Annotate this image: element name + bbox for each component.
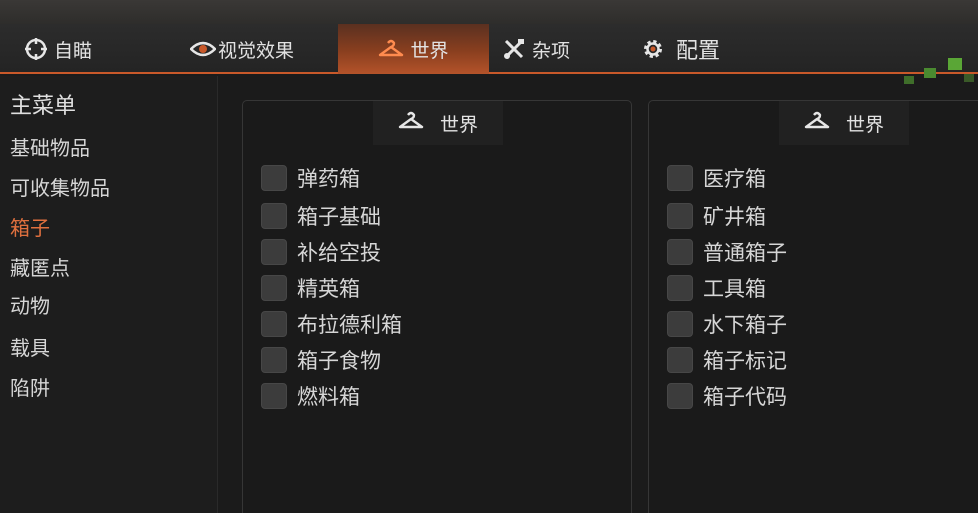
sidebar-item-animals[interactable]: 动物 bbox=[10, 290, 50, 319]
option-ammo-crate[interactable]: 弹药箱 bbox=[261, 163, 360, 193]
crosshair-icon bbox=[24, 37, 48, 61]
checkbox[interactable] bbox=[261, 347, 287, 373]
option-label: 箱子食物 bbox=[297, 349, 381, 373]
checkbox[interactable] bbox=[261, 275, 287, 301]
checkbox[interactable] bbox=[667, 383, 693, 409]
panel-title-label: 世界 bbox=[439, 113, 478, 136]
tab-label: 自瞄 bbox=[54, 39, 93, 62]
tab-aim[interactable]: 自瞄 bbox=[24, 24, 144, 74]
eye-icon bbox=[190, 39, 216, 59]
option-label: 工具箱 bbox=[703, 277, 766, 301]
checkbox[interactable] bbox=[667, 311, 693, 337]
option-label: 矿井箱 bbox=[703, 205, 766, 229]
sidebar-item-stashes[interactable]: 藏匿点 bbox=[10, 252, 70, 281]
sidebar: 主菜单 基础物品 可收集物品 箱子 藏匿点 动物 载具 陷阱 bbox=[0, 76, 218, 513]
tab-world[interactable]: 世界 bbox=[338, 24, 489, 74]
hanger-icon bbox=[804, 111, 830, 136]
option-toolbox[interactable]: 工具箱 bbox=[667, 273, 766, 303]
option-label: 水下箱子 bbox=[703, 313, 787, 337]
panel-title-label: 世界 bbox=[845, 113, 884, 136]
world-panel-left: 世界 弹药箱 箱子基础 补给空投 精英箱 布拉德利箱 箱子食物 燃料箱 bbox=[242, 100, 632, 513]
option-label: 补给空投 bbox=[297, 241, 381, 265]
option-supply-drop[interactable]: 补给空投 bbox=[261, 237, 381, 267]
option-elite-crate[interactable]: 精英箱 bbox=[261, 273, 360, 303]
tab-visuals[interactable]: 视觉效果 bbox=[190, 24, 320, 74]
checkbox[interactable] bbox=[667, 239, 693, 265]
checkbox[interactable] bbox=[667, 203, 693, 229]
option-medical-crate[interactable]: 医疗箱 bbox=[667, 163, 766, 193]
checkbox[interactable] bbox=[667, 347, 693, 373]
option-label: 燃料箱 bbox=[297, 385, 360, 409]
tab-label: 配置 bbox=[676, 39, 721, 64]
tab-config[interactable]: 配置 bbox=[640, 24, 760, 74]
option-label: 弹药箱 bbox=[297, 167, 360, 191]
panel-title: 世界 bbox=[373, 101, 503, 145]
sidebar-header: 主菜单 bbox=[10, 94, 77, 119]
tab-label: 杂项 bbox=[532, 39, 571, 62]
option-bradley-crate[interactable]: 布拉德利箱 bbox=[261, 309, 402, 339]
decorative-pixels bbox=[898, 54, 978, 94]
option-food-crate[interactable]: 箱子食物 bbox=[261, 345, 381, 375]
world-panel-right: 世界 医疗箱 矿井箱 普通箱子 工具箱 水下箱子 箱子标记 箱子代码 bbox=[648, 100, 978, 513]
option-label: 箱子代码 bbox=[703, 385, 787, 409]
option-crate-code[interactable]: 箱子代码 bbox=[667, 381, 787, 411]
option-crate-basic[interactable]: 箱子基础 bbox=[261, 201, 381, 231]
option-label: 箱子标记 bbox=[703, 349, 787, 373]
option-normal-crate[interactable]: 普通箱子 bbox=[667, 237, 787, 267]
tab-label: 视觉效果 bbox=[218, 39, 295, 62]
sidebar-item-collectibles[interactable]: 可收集物品 bbox=[10, 172, 110, 201]
gear-icon bbox=[640, 36, 666, 62]
checkbox[interactable] bbox=[261, 203, 287, 229]
tab-bar: 自瞄 视觉效果 世界 杂项 配置 bbox=[0, 24, 978, 84]
checkbox[interactable] bbox=[261, 165, 287, 191]
tab-label: 世界 bbox=[410, 39, 449, 62]
hanger-icon bbox=[378, 39, 404, 59]
sidebar-item-vehicles[interactable]: 载具 bbox=[10, 332, 50, 361]
hanger-icon bbox=[398, 111, 424, 136]
checkbox[interactable] bbox=[261, 239, 287, 265]
sidebar-item-basic-items[interactable]: 基础物品 bbox=[10, 132, 90, 161]
panel-title: 世界 bbox=[779, 101, 909, 145]
option-label: 医疗箱 bbox=[703, 167, 766, 191]
tab-misc[interactable]: 杂项 bbox=[502, 24, 622, 74]
sidebar-item-traps[interactable]: 陷阱 bbox=[10, 372, 50, 401]
checkbox[interactable] bbox=[261, 383, 287, 409]
option-label: 普通箱子 bbox=[703, 241, 787, 265]
option-fuel-crate[interactable]: 燃料箱 bbox=[261, 381, 360, 411]
option-crate-marker[interactable]: 箱子标记 bbox=[667, 345, 787, 375]
sidebar-item-crates[interactable]: 箱子 bbox=[10, 212, 50, 241]
option-label: 箱子基础 bbox=[297, 205, 381, 229]
checkbox[interactable] bbox=[667, 165, 693, 191]
checkbox[interactable] bbox=[261, 311, 287, 337]
option-underwater-crate[interactable]: 水下箱子 bbox=[667, 309, 787, 339]
tools-icon bbox=[502, 37, 526, 61]
option-label: 精英箱 bbox=[297, 277, 360, 301]
checkbox[interactable] bbox=[667, 275, 693, 301]
window-top-strip bbox=[0, 0, 978, 24]
option-mine-crate[interactable]: 矿井箱 bbox=[667, 201, 766, 231]
option-label: 布拉德利箱 bbox=[297, 313, 402, 337]
